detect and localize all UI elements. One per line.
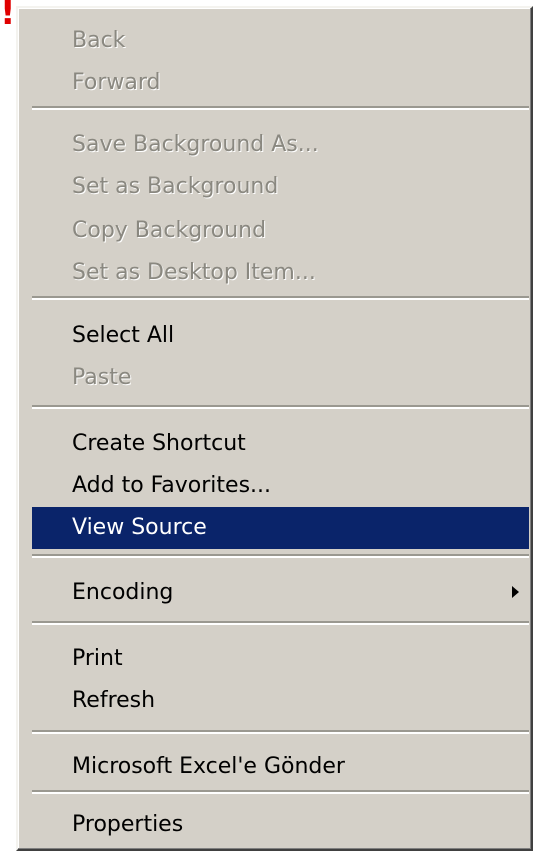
menu-item-view-source[interactable]: View Source xyxy=(32,507,529,549)
chevron-right-icon xyxy=(512,586,519,598)
menu-item-set-as-desktop-item: Set as Desktop Item... xyxy=(72,260,316,285)
menu-item-add-to-favorites[interactable]: Add to Favorites... xyxy=(32,465,529,507)
context-menu: Back Forward Save Background As... Set a… xyxy=(16,6,533,851)
menu-item-send-to-excel[interactable]: Microsoft Excel'e Gönder xyxy=(32,746,529,788)
menu-item-properties[interactable]: Properties xyxy=(32,804,529,846)
menu-item-back: Back xyxy=(72,28,126,53)
menu-item-refresh[interactable]: Refresh xyxy=(32,680,529,722)
menu-item-select-all[interactable]: Select All xyxy=(32,315,529,357)
menu-item-encoding-label: Encoding xyxy=(72,580,174,605)
menu-item-create-shortcut[interactable]: Create Shortcut xyxy=(32,423,529,465)
menu-item-paste: Paste xyxy=(72,365,132,390)
menu-separator xyxy=(32,106,529,110)
menu-separator xyxy=(32,730,529,734)
menu-item-set-as-background: Set as Background xyxy=(72,174,279,199)
warning-indicator-icon: ! xyxy=(0,0,16,32)
menu-item-copy-background: Copy Background xyxy=(72,218,267,243)
menu-item-forward: Forward xyxy=(72,70,161,95)
menu-item-print[interactable]: Print xyxy=(32,638,529,680)
menu-item-save-background-as: Save Background As... xyxy=(72,132,319,157)
menu-separator xyxy=(32,296,529,300)
menu-separator xyxy=(32,621,529,625)
menu-separator xyxy=(32,790,529,794)
menu-separator xyxy=(32,405,529,409)
menu-item-encoding[interactable]: Encoding xyxy=(32,572,529,614)
menu-separator xyxy=(32,554,529,558)
